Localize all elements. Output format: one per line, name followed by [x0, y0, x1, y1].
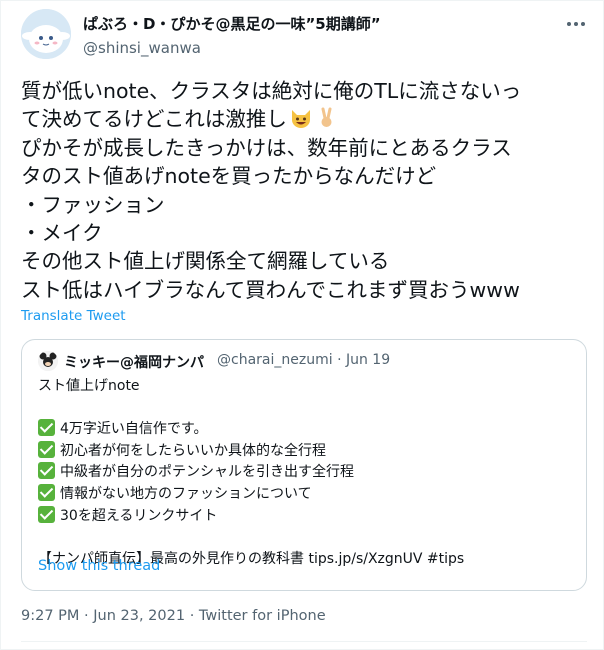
tweet-line: て決めてるけどこれは激推し — [21, 107, 287, 132]
divider — [21, 641, 587, 642]
tweet-timestamp[interactable]: 9:27 PM · Jun 23, 2021 · Twitter for iPh… — [21, 608, 326, 624]
tweet-line: スト低はハイブラなんて買わんでこれまず買おうwww — [21, 277, 520, 302]
author-display-name[interactable]: ぱぶろ・D・ぴかそ@黒足の一味”5期講師” — [83, 13, 381, 34]
check-mark-icon — [38, 462, 55, 480]
tweet-line: タのスト値あげnoteを買ったからなんだけど — [21, 164, 437, 189]
tweet-card: ぱぶろ・D・ぴかそ@黒足の一味”5期講師” @shinsi_wanwa 質が低い… — [0, 0, 604, 650]
check-mark-icon — [38, 419, 55, 437]
tweet-line: ・ファッション — [21, 192, 165, 217]
victory-hand-emoji-icon — [321, 107, 332, 128]
smiling-cat-emoji-icon — [291, 110, 310, 129]
quote-author-avatar-icon — [38, 351, 58, 371]
tweet-line: 質が低いnote、クラスタは絶対に俺のTLに流さないっ — [21, 79, 522, 103]
quote-text: スト値上げnote 4万字近い自信作です。 初心者が何をしたらいいか具体的な全行… — [38, 376, 574, 570]
quote-author-meta: @charai_nezumi · Jun 19 — [217, 352, 390, 368]
quote-date: · Jun 19 — [337, 352, 391, 368]
checklist-item: 中級者が自分のポテンシャルを引き出す全行程 — [38, 462, 574, 484]
quoted-tweet[interactable]: ミッキー@福岡ナンパ @charai_nezumi · Jun 19 スト値上げ… — [21, 339, 587, 591]
checklist-item: 4万字近い自信作です。 — [38, 419, 574, 441]
checklist-item: 30を超えるリンクサイト — [38, 505, 574, 528]
check-mark-icon — [38, 440, 55, 458]
more-options-icon[interactable] — [563, 11, 589, 37]
tweet-line-with-emoji: て決めてるけどこれは激推し — [21, 105, 595, 133]
tweet-line: ぴかそが成長したきっかけは、数年前にとあるクラス — [21, 135, 512, 160]
show-thread-link[interactable]: Show this thread — [38, 558, 160, 574]
quote-title: スト値上げnote — [38, 378, 140, 394]
quote-author-handle: @charai_nezumi — [217, 352, 333, 368]
tweet-line: その他スト値上げ関係全て網羅している — [21, 249, 390, 274]
author-handle[interactable]: @shinsi_wanwa — [83, 39, 201, 57]
translate-tweet-link[interactable]: Translate Tweet — [21, 308, 126, 324]
author-avatar-icon[interactable] — [21, 9, 71, 59]
quote-author-display-name: ミッキー@福岡ナンパ — [64, 355, 204, 371]
check-mark-icon — [38, 483, 55, 501]
tweet-line: ・メイク — [21, 221, 103, 246]
checklist-item: 情報がない地方のファッションについて — [38, 483, 574, 506]
check-mark-icon — [38, 505, 55, 523]
tweet-text: 質が低いnote、クラスタは絶対に俺のTLに流さないっ て決めてるけどこれは激推… — [21, 77, 595, 304]
checklist-item: 初心者が何をしたらいいか具体的な全行程 — [38, 440, 574, 463]
